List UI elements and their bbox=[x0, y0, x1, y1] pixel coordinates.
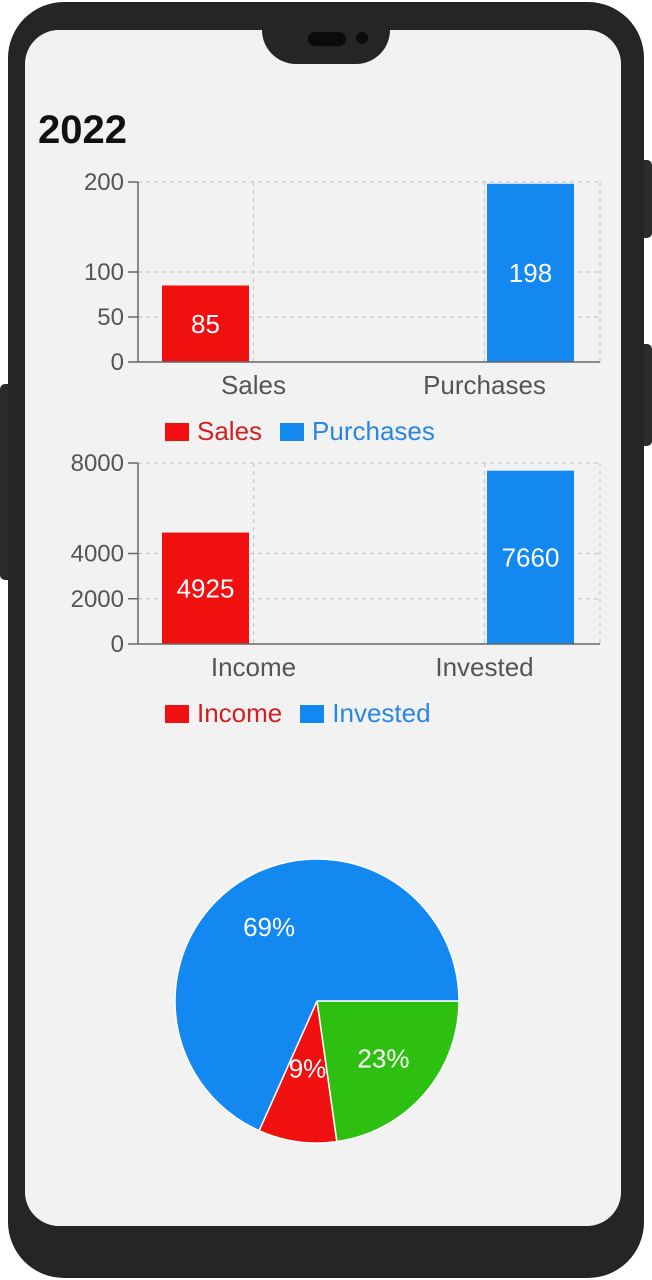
legend-item-invested[interactable]: Invested bbox=[300, 698, 431, 729]
bar-value-label: 7660 bbox=[502, 542, 560, 572]
charts-canvas: 0 50 100 200 85 198 Sales Purchases 0 2000 4000 800… bbox=[71, 169, 601, 1144]
y-tick-label: 100 bbox=[84, 259, 124, 286]
legend-label-sales: Sales bbox=[197, 416, 263, 446]
y-tick-label: 0 bbox=[111, 349, 124, 376]
pie-slice-label: 23% bbox=[357, 1044, 409, 1074]
legend-item-sales[interactable]: Sales bbox=[165, 416, 262, 447]
legend-item-income[interactable]: Income bbox=[165, 698, 282, 729]
pie-slice-label: 69% bbox=[243, 912, 295, 942]
legend-item-purchases[interactable]: Purchases bbox=[280, 416, 435, 447]
y-tick-label: 2000 bbox=[71, 586, 124, 613]
y-tick-label: 200 bbox=[84, 169, 124, 196]
legend-swatch-income bbox=[165, 704, 189, 723]
legend-label-invested: Invested bbox=[332, 698, 431, 728]
y-tick-label: 50 bbox=[97, 304, 124, 331]
legend-swatch-purchases bbox=[280, 422, 305, 441]
bar-value-label: 198 bbox=[509, 258, 552, 288]
legend-swatch-sales bbox=[165, 422, 189, 441]
y-tick-label: 4000 bbox=[71, 541, 124, 568]
x-category-label: Invested bbox=[435, 652, 533, 682]
y-tick-label: 8000 bbox=[71, 450, 124, 477]
legend-income-invested: Income Invested bbox=[165, 698, 449, 729]
bar-value-label: 85 bbox=[191, 309, 220, 339]
bar-value-label: 4925 bbox=[177, 573, 235, 603]
legend-swatch-invested bbox=[300, 704, 325, 723]
x-category-label: Purchases bbox=[423, 370, 546, 400]
legend-label-income: Income bbox=[197, 698, 283, 728]
legend-sales-purchases: Sales Purchases bbox=[165, 416, 453, 447]
y-tick-label: 0 bbox=[111, 631, 124, 658]
x-category-label: Income bbox=[211, 652, 296, 682]
x-category-label: Sales bbox=[221, 370, 286, 400]
pie-slice-label: 9% bbox=[289, 1053, 327, 1083]
legend-label-purchases: Purchases bbox=[312, 416, 435, 446]
